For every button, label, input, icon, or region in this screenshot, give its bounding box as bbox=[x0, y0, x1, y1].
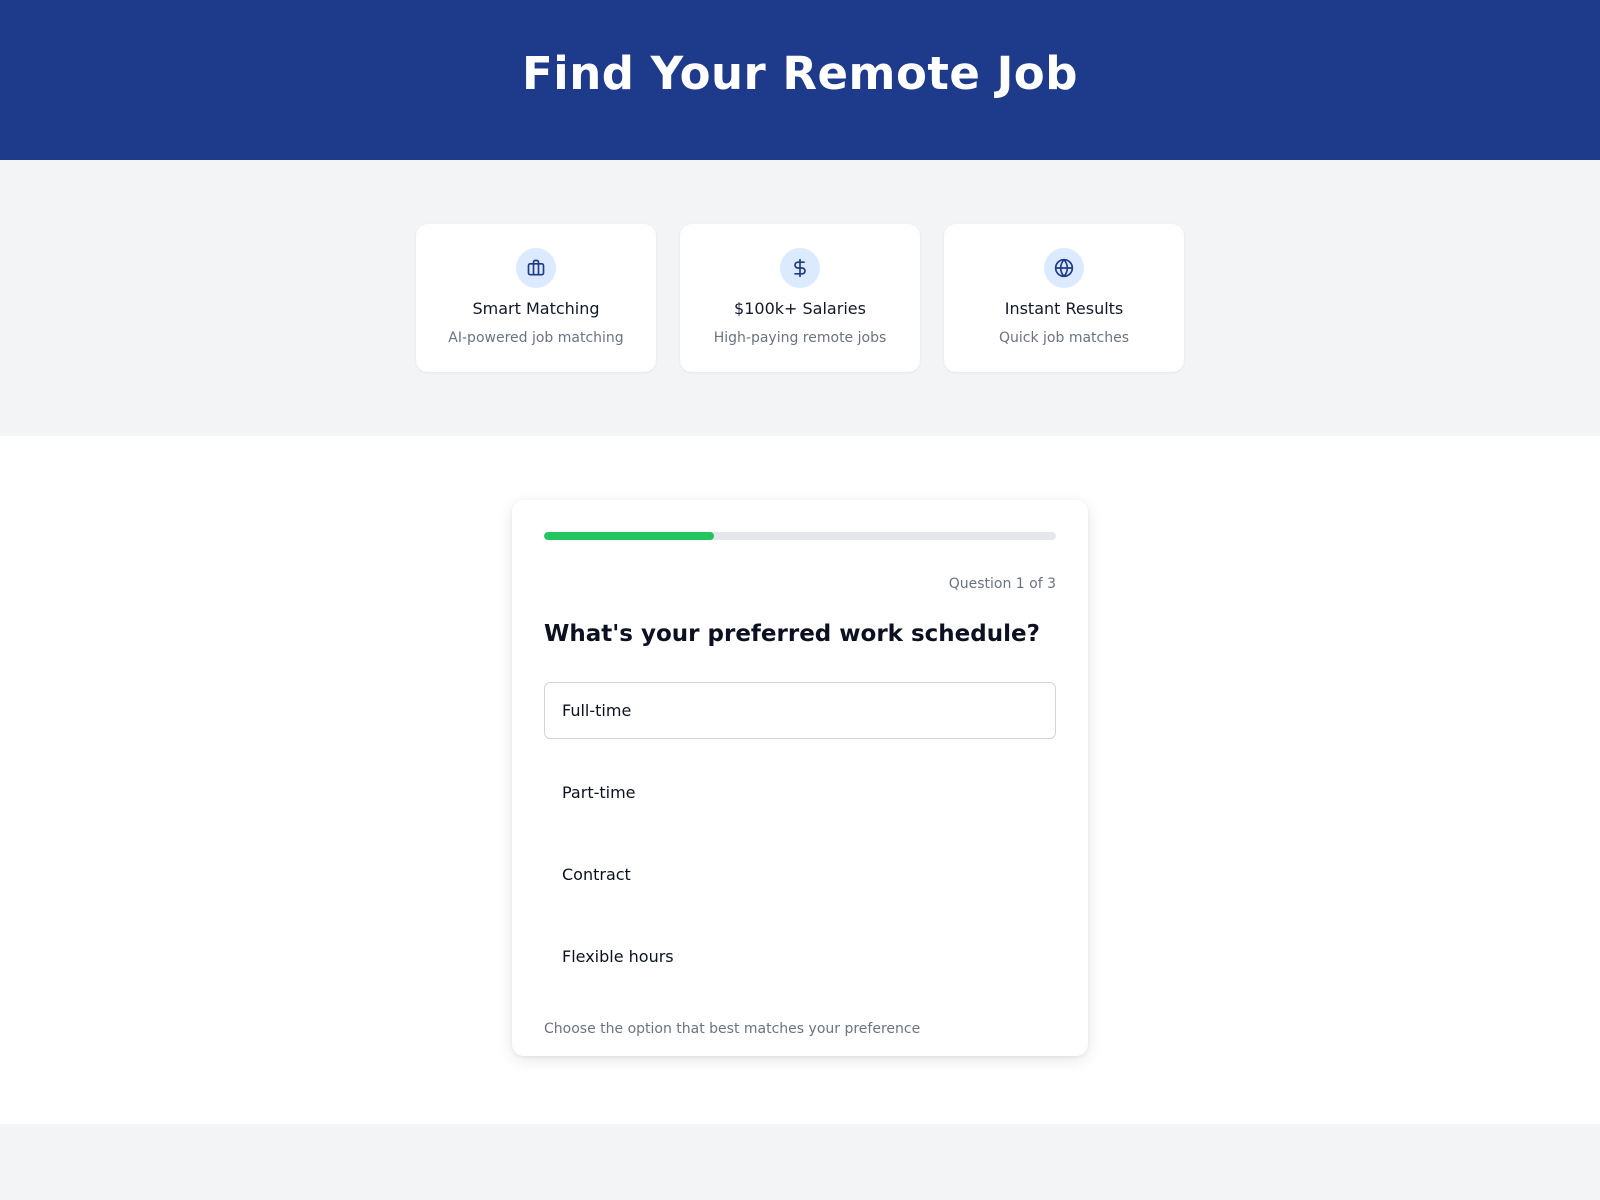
briefcase-icon bbox=[516, 248, 556, 288]
feature-card-salaries: $100k+ Salaries High-paying remote jobs bbox=[680, 224, 920, 372]
footer-band bbox=[0, 1124, 1600, 1200]
progress-bar-fill bbox=[544, 532, 715, 540]
page-title: Find Your Remote Job bbox=[522, 47, 1078, 100]
feature-card-instant-results: Instant Results Quick job matches bbox=[944, 224, 1184, 372]
option-full-time[interactable]: Full-time bbox=[544, 682, 1056, 739]
feature-title: Smart Matching bbox=[472, 299, 600, 318]
globe-icon bbox=[1044, 248, 1084, 288]
progress-bar bbox=[544, 532, 1056, 540]
feature-title: Instant Results bbox=[1004, 299, 1124, 318]
helper-text: Choose the option that best matches your… bbox=[544, 1021, 921, 1037]
option-part-time[interactable]: Part-time bbox=[544, 764, 1056, 821]
option-contract[interactable]: Contract bbox=[544, 846, 1056, 903]
option-flexible-hours[interactable]: Flexible hours bbox=[544, 928, 1056, 985]
dollar-icon bbox=[780, 248, 820, 288]
feature-description: AI-powered job matching bbox=[448, 330, 624, 346]
page-header: Find Your Remote Job bbox=[0, 0, 1600, 160]
feature-title: $100k+ Salaries bbox=[734, 299, 866, 318]
quiz-section: Question 1 of 3 What's your preferred wo… bbox=[0, 436, 1600, 1124]
feature-card-smart-matching: Smart Matching AI-powered job matching bbox=[416, 224, 656, 372]
feature-description: Quick job matches bbox=[998, 330, 1129, 346]
features-section: Smart Matching AI-powered job matching $… bbox=[0, 160, 1600, 436]
question-title: What's your preferred work schedule? bbox=[544, 621, 1040, 647]
quiz-card: Question 1 of 3 What's your preferred wo… bbox=[512, 500, 1088, 1056]
question-counter: Question 1 of 3 bbox=[948, 576, 1056, 592]
feature-description: High-paying remote jobs bbox=[713, 330, 887, 346]
options-list: Full-time Part-time Contract Flexible ho… bbox=[544, 682, 1056, 985]
